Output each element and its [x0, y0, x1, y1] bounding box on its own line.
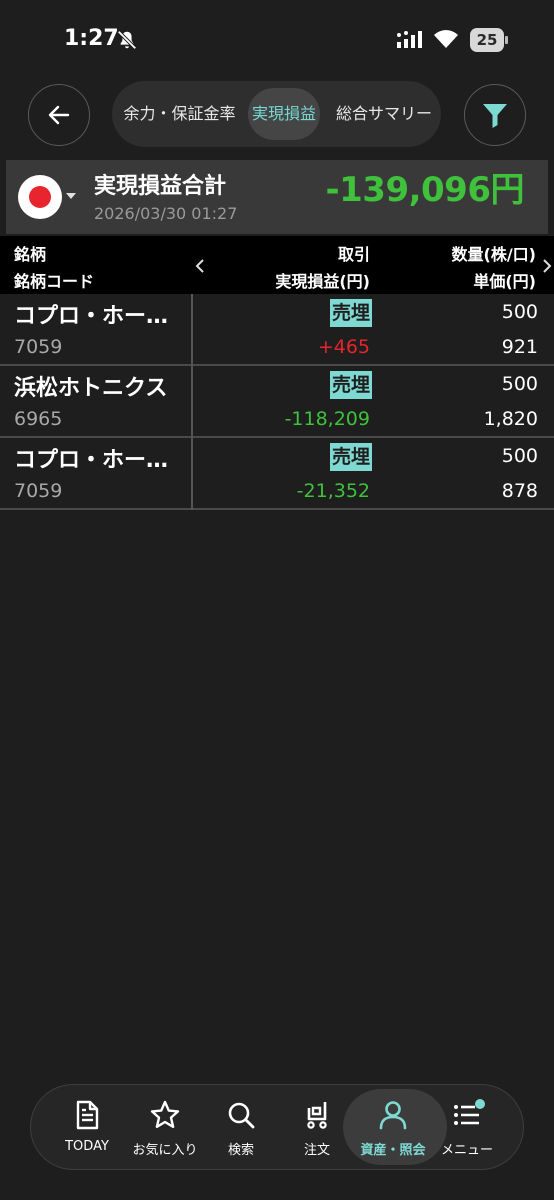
table-header: 銘柄 銘柄コード 取引 実現損益(円) 数量(株/口) 単価(円) — [0, 236, 554, 294]
nav-assets[interactable]: 資産・照会 — [343, 1085, 447, 1169]
nav-favorites[interactable]: お気に入り — [127, 1085, 203, 1169]
unit-price: 878 — [501, 480, 538, 502]
nav-label: 資産・照会 — [360, 1143, 426, 1158]
nav-label: TODAY — [65, 1139, 109, 1154]
unit-price: 921 — [501, 336, 538, 358]
japan-flag-icon[interactable] — [18, 175, 62, 219]
filter-icon — [483, 104, 507, 128]
pl-summary: 実現損益合計 2026/03/30 01:27 -139,096円 — [6, 160, 548, 234]
table-row[interactable]: コプロ・ホー… 7059 売埋 +465 500 921 — [0, 294, 554, 366]
status-bar: 1:27 25 — [0, 0, 554, 80]
tab-summary[interactable]: 総合サマリー — [330, 81, 438, 147]
nav-label: メニュー — [440, 1143, 493, 1158]
bottom-nav: TODAY お気に入り 検索 注文 資産・照会 メニュー — [30, 1084, 524, 1170]
header-code: 銘柄コード — [14, 272, 95, 291]
signal-icon — [397, 31, 422, 48]
tab-margin[interactable]: 余力・保証金率 — [112, 81, 247, 147]
nav-search[interactable]: 検索 — [203, 1085, 279, 1169]
trade-badge: 売埋 — [329, 299, 372, 327]
table-row[interactable]: コプロ・ホー… 7059 売埋 -21,352 500 878 — [0, 438, 554, 510]
quantity: 500 — [501, 373, 538, 395]
summary-title: 実現損益合計 — [94, 174, 227, 199]
stock-code: 7059 — [14, 336, 63, 358]
stock-code: 6965 — [14, 408, 63, 430]
summary-total: -139,096円 — [325, 170, 525, 210]
stock-name: コプロ・ホー… — [14, 448, 169, 473]
realized-pl: -118,209 — [284, 408, 370, 430]
realized-pl: -21,352 — [296, 480, 370, 502]
bell-muted-icon — [117, 30, 137, 50]
status-time: 1:27 — [64, 26, 119, 51]
stock-name: コプロ・ホー… — [14, 304, 169, 329]
star-icon — [150, 1100, 180, 1128]
battery-level: 25 — [476, 31, 498, 49]
back-button[interactable] — [28, 84, 90, 146]
quantity: 500 — [501, 301, 538, 323]
trade-badge: 売埋 — [329, 371, 372, 399]
header-trade: 取引 — [337, 245, 370, 264]
nav-menu[interactable]: メニュー — [429, 1085, 505, 1169]
wifi-icon — [434, 30, 458, 48]
app-screen: 1:27 25 余力・保証金率 実現損益 総合サマリー 実現損益合計 2026/… — [0, 0, 554, 1200]
arrow-left-icon — [48, 105, 70, 125]
caret-down-icon[interactable] — [66, 193, 76, 199]
header-name: 銘柄 — [14, 245, 47, 264]
header-pl: 実現損益(円) — [275, 272, 370, 291]
table-row[interactable]: 浜松ホトニクス 6965 売埋 -118,209 500 1,820 — [0, 366, 554, 438]
notification-dot — [475, 1099, 485, 1109]
trade-badge: 売埋 — [329, 443, 372, 471]
quantity: 500 — [501, 445, 538, 467]
scroll-left-icon[interactable] — [193, 258, 207, 274]
tab-realized-pl[interactable]: 実現損益 — [248, 88, 320, 140]
stock-code: 7059 — [14, 480, 63, 502]
filter-button[interactable] — [464, 84, 526, 146]
nav-label: 注文 — [303, 1143, 330, 1158]
cart-icon — [307, 1102, 327, 1129]
scroll-right-icon[interactable] — [540, 258, 554, 274]
nav-label: 検索 — [227, 1143, 254, 1158]
battery-indicator: 25 — [470, 28, 508, 52]
nav-today[interactable]: TODAY — [49, 1085, 125, 1169]
summary-date: 2026/03/30 01:27 — [94, 204, 238, 223]
nav-label: お気に入り — [132, 1143, 198, 1158]
unit-price: 1,820 — [483, 408, 538, 430]
tab-segment: 余力・保証金率 実現損益 総合サマリー — [112, 81, 441, 147]
header-qty: 数量(株/口) — [451, 245, 536, 264]
document-icon — [76, 1100, 99, 1130]
header-price: 単価(円) — [473, 272, 536, 291]
stock-name: 浜松ホトニクス — [14, 376, 168, 401]
realized-pl: +465 — [317, 336, 370, 358]
person-icon — [379, 1101, 407, 1130]
search-icon — [228, 1102, 255, 1129]
